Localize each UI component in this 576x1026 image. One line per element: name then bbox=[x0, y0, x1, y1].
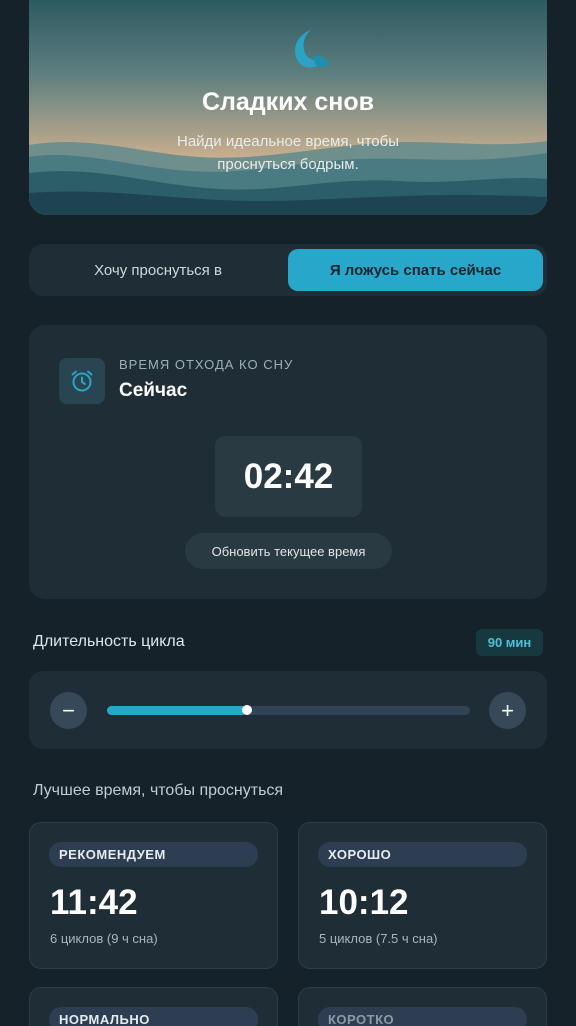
wake-time-tag: ХОРОШО bbox=[318, 842, 527, 867]
decrease-cycle-button[interactable]: − bbox=[50, 692, 87, 729]
bedtime-label: ВРЕМЯ ОТХОДА КО СНУ bbox=[119, 357, 294, 372]
wake-time-tag: НОРМАЛЬНО bbox=[49, 1007, 258, 1026]
cycle-slider-fill bbox=[107, 706, 247, 715]
mode-toggle: Хочу проснуться в Я ложусь спать сейчас bbox=[29, 244, 547, 296]
hero-subtitle: Найди идеальное время, чтобы проснуться … bbox=[159, 130, 417, 176]
wake-time-card[interactable]: КОРОТКО bbox=[298, 987, 547, 1026]
wake-time-value: 11:42 bbox=[50, 883, 138, 922]
tab-sleep-now[interactable]: Я ложусь спать сейчас bbox=[288, 249, 543, 291]
cycle-length-badge: 90 мин bbox=[476, 629, 543, 656]
wake-time-card[interactable]: НОРМАЛЬНО bbox=[29, 987, 278, 1026]
wake-time-value: 10:12 bbox=[319, 883, 409, 922]
wake-time-card[interactable]: ХОРОШО 10:12 5 циклов (7.5 ч сна) bbox=[298, 822, 547, 969]
hero-subtitle-line-2: проснуться бодрым. bbox=[217, 156, 359, 173]
wake-time-detail: 6 циклов (9 ч сна) bbox=[50, 931, 158, 946]
wake-time-card[interactable]: РЕКОМЕНДУЕМ 11:42 6 циклов (9 ч сна) bbox=[29, 822, 278, 969]
refresh-time-button[interactable]: Обновить текущее время bbox=[185, 533, 392, 569]
bedtime-card: ВРЕМЯ ОТХОДА КО СНУ Сейчас 02:42 Обновит… bbox=[29, 325, 547, 599]
moon-icon bbox=[295, 30, 329, 68]
wake-time-detail: 5 циклов (7.5 ч сна) bbox=[319, 931, 438, 946]
hero-banner: Сладких снов Найди идеальное время, чтоб… bbox=[29, 0, 547, 215]
hero-title: Сладких снов bbox=[201, 88, 375, 116]
cycle-slider-track[interactable] bbox=[107, 705, 470, 715]
increase-cycle-button[interactable]: + bbox=[489, 692, 526, 729]
bedtime-value: Сейчас bbox=[119, 380, 188, 401]
cycle-slider-thumb[interactable] bbox=[242, 705, 252, 715]
tab-wake-at[interactable]: Хочу проснуться в bbox=[29, 249, 287, 291]
cycle-length-label: Длительность цикла bbox=[33, 633, 185, 650]
wake-time-tag: РЕКОМЕНДУЕМ bbox=[49, 842, 258, 867]
wake-times-heading: Лучшее время, чтобы проснуться bbox=[33, 782, 284, 799]
alarm-clock-icon bbox=[59, 358, 105, 404]
cycle-slider-card: − + bbox=[29, 671, 547, 749]
wake-time-tag: КОРОТКО bbox=[318, 1007, 527, 1026]
bedtime-time-display[interactable]: 02:42 bbox=[215, 436, 362, 517]
hero-subtitle-line-1: Найди идеальное время, чтобы bbox=[176, 133, 400, 150]
